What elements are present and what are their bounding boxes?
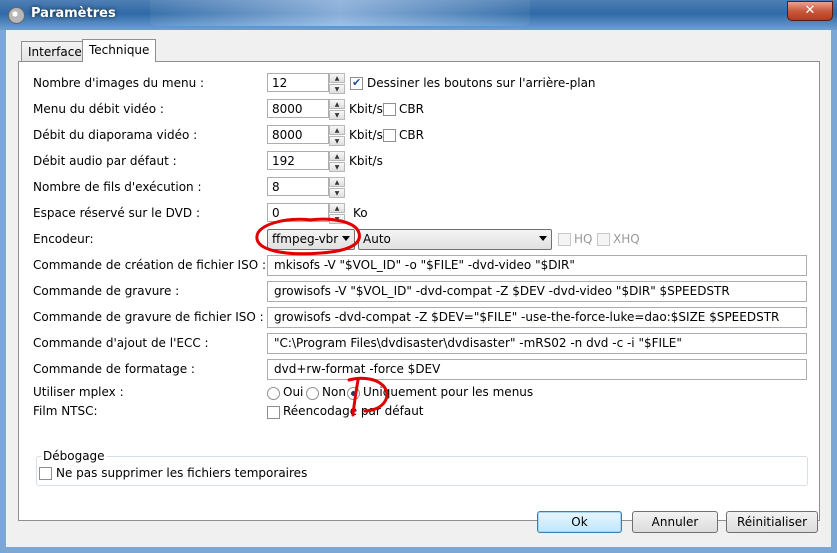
reencode-label: Réencodage par défaut xyxy=(283,404,424,418)
ecc-label: Commande d'ajout de l'ECC : xyxy=(33,336,209,350)
encoder-select[interactable]: ffmpeg-vbr xyxy=(267,229,355,250)
slideshow-cbr-checkbox[interactable] xyxy=(383,129,396,142)
spin-down-icon[interactable]: ▼ xyxy=(329,110,345,120)
ntsc-label: Film NTSC: xyxy=(33,404,98,418)
window-title: Paramètres xyxy=(31,6,116,21)
dialog-content: Interface Technique Nombre d'images du m… xyxy=(6,30,831,547)
menu-images-label: Nombre d'images du menu : xyxy=(33,76,205,90)
mplex-oui-radio[interactable] xyxy=(267,387,280,400)
mplex-menus-label: Uniquement pour les menus xyxy=(363,385,534,399)
dvd-reserved-unit: Ko xyxy=(353,206,368,220)
app-icon xyxy=(8,7,25,24)
close-button[interactable]: ✕ xyxy=(787,1,833,21)
mplex-menus-radio[interactable] xyxy=(347,387,360,400)
spin-down-icon[interactable]: ▼ xyxy=(329,188,345,198)
ok-button[interactable]: Ok xyxy=(537,511,622,533)
slideshow-bitrate-label: Débit du diaporama vidéo : xyxy=(33,128,198,142)
menu-bitrate-unit: Kbit/s xyxy=(349,102,383,116)
title-bar[interactable]: Paramètres ✕ xyxy=(0,0,837,30)
spin-up-icon[interactable]: ▲ xyxy=(329,177,345,187)
draw-buttons-label: Dessiner les boutons sur l'arrière-plan xyxy=(367,76,596,90)
chevron-down-icon xyxy=(342,236,350,241)
spin-up-icon[interactable]: ▲ xyxy=(329,151,345,161)
ecc-input[interactable]: "C:\Program Files\dvdisaster\dvdisaster"… xyxy=(267,333,807,354)
dvd-reserved-value[interactable]: 0 xyxy=(267,203,329,222)
spin-up-icon[interactable]: ▲ xyxy=(329,125,345,135)
slideshow-bitrate-unit: Kbit/s xyxy=(349,128,383,142)
dvd-reserved-label: Espace réservé sur le DVD : xyxy=(33,206,200,220)
slideshow-cbr-label: CBR xyxy=(399,128,424,142)
keep-temp-checkbox[interactable] xyxy=(39,467,52,480)
slideshow-bitrate-value[interactable]: 8000 xyxy=(267,125,329,144)
burn-iso-input[interactable]: growisofs -dvd-compat -Z $DEV="$FILE" -u… xyxy=(267,307,807,328)
mplex-label: Utiliser mplex : xyxy=(33,385,124,399)
threads-value[interactable]: 8 xyxy=(267,177,329,196)
xhq-label: XHQ xyxy=(613,232,640,246)
spin-down-icon[interactable]: ▼ xyxy=(329,162,345,172)
burn-input[interactable]: growisofs -V "$VOL_ID" -dvd-compat -Z $D… xyxy=(267,281,807,302)
draw-buttons-checkbox[interactable] xyxy=(350,76,363,90)
menu-bitrate-label: Menu du débit vidéo : xyxy=(33,102,164,116)
tab-technique[interactable]: Technique xyxy=(82,39,157,62)
reencode-checkbox[interactable] xyxy=(267,406,280,419)
hq-label: HQ xyxy=(574,232,593,246)
encoder-label: Encodeur: xyxy=(33,232,94,246)
spin-up-icon[interactable]: ▲ xyxy=(329,99,345,109)
spin-down-icon[interactable]: ▼ xyxy=(329,84,345,94)
iso-create-input[interactable]: mkisofs -V "$VOL_ID" -o "$FILE" -dvd-vid… xyxy=(267,255,807,276)
mplex-non-radio[interactable] xyxy=(306,387,319,400)
title-bar-background-art xyxy=(150,0,530,26)
burn-label: Commande de gravure : xyxy=(33,284,180,298)
menu-cbr-checkbox[interactable] xyxy=(383,103,396,116)
tab-interface[interactable]: Interface xyxy=(21,41,89,62)
audio-bitrate-value[interactable]: 192 xyxy=(267,151,329,170)
mplex-non-label: Non xyxy=(322,385,346,399)
audio-bitrate-label: Débit audio par défaut : xyxy=(33,154,177,168)
burn-iso-label: Commande de gravure de fichier ISO : xyxy=(33,310,264,324)
xhq-checkbox xyxy=(597,233,610,246)
settings-window: Paramètres ✕ Interface Technique Nombre … xyxy=(0,0,837,553)
technique-panel: Nombre d'images du menu : 12 ▲ ▼ Dessine… xyxy=(18,61,820,521)
format-input[interactable]: dvd+rw-format -force $DEV xyxy=(267,359,807,380)
hq-checkbox xyxy=(558,233,571,246)
keep-temp-label: Ne pas supprimer les fichiers temporaire… xyxy=(56,466,308,480)
window-frame-right xyxy=(831,30,837,553)
spin-down-icon[interactable]: ▼ xyxy=(329,136,345,146)
window-frame-bottom xyxy=(0,547,837,553)
encoder-preset-select[interactable]: Auto xyxy=(358,229,552,250)
menu-bitrate-value[interactable]: 8000 xyxy=(267,99,329,118)
encoder-value: ffmpeg-vbr xyxy=(272,232,339,246)
spin-down-icon[interactable]: ▼ xyxy=(329,214,345,224)
spin-up-icon[interactable]: ▲ xyxy=(329,203,345,213)
reset-button[interactable]: Réinitialiser xyxy=(726,511,818,533)
chevron-down-icon xyxy=(539,236,547,241)
menu-cbr-label: CBR xyxy=(399,102,424,116)
close-icon: ✕ xyxy=(804,3,816,18)
iso-create-label: Commande de création de fichier ISO : xyxy=(33,258,266,272)
encoder-preset-value: Auto xyxy=(363,232,391,246)
threads-label: Nombre de fils d'exécution : xyxy=(33,180,202,194)
debug-group-title: Débogage xyxy=(41,449,107,463)
menu-images-value[interactable]: 12 xyxy=(267,73,329,92)
spin-up-icon[interactable]: ▲ xyxy=(329,73,345,83)
audio-bitrate-unit: Kbit/s xyxy=(349,154,383,168)
cancel-button[interactable]: Annuler xyxy=(632,511,718,533)
format-label: Commande de formatage : xyxy=(33,362,195,376)
mplex-oui-label: Oui xyxy=(283,385,304,399)
